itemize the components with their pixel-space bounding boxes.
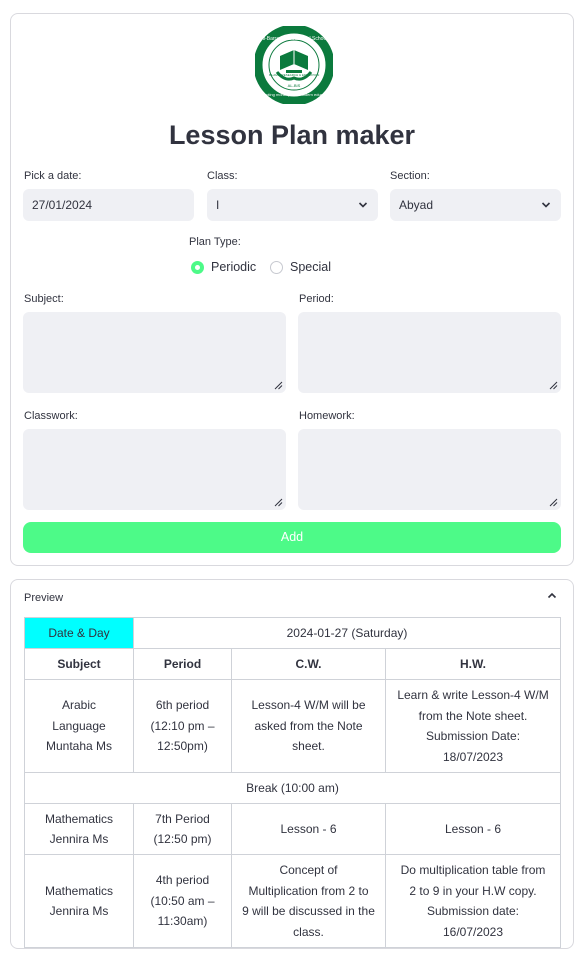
lesson-plan-form: Al-Barraq International School Promoting… bbox=[10, 13, 574, 566]
resize-grip-icon[interactable] bbox=[274, 381, 283, 390]
table-row: Mathematics Jennira Ms 7th Period (12:50 p… bbox=[24, 803, 562, 855]
column-header-period: Period bbox=[133, 648, 232, 680]
class-value: I bbox=[216, 198, 220, 212]
class-select[interactable]: I bbox=[207, 189, 378, 221]
section-select[interactable]: Abyad bbox=[390, 189, 561, 221]
cw-cell: Concept of Multiplication from 2 to 9 will… bbox=[231, 854, 386, 948]
chevron-down-icon bbox=[358, 202, 368, 208]
section-value: Abyad bbox=[399, 198, 434, 212]
radio-selected-icon bbox=[191, 260, 204, 274]
date-label: Pick a date: bbox=[24, 170, 82, 182]
chevron-up-icon[interactable] bbox=[547, 591, 557, 601]
break-row: Break (10:00 am) bbox=[23, 772, 562, 804]
plan-type-special-radio[interactable]: Special bbox=[270, 260, 331, 274]
hw-cell: Lesson - 6 bbox=[384, 803, 562, 855]
school-logo: Al-Barraq International School Promoting… bbox=[255, 26, 333, 104]
date-day-header: Date & Day bbox=[24, 617, 134, 649]
plan-type-label: Plan Type: bbox=[189, 236, 241, 248]
subject-textarea[interactable] bbox=[23, 312, 286, 393]
subject-label: Subject: bbox=[24, 293, 64, 305]
column-header-subject: Subject bbox=[24, 648, 134, 680]
plan-type-periodic-label: Periodic bbox=[211, 260, 257, 274]
logo-center-text: ISLAMIC RESEARCH & EDUCATION bbox=[269, 73, 320, 77]
column-header-hw: H.W. bbox=[384, 648, 562, 680]
logo-est-text: AL-BIS bbox=[288, 83, 301, 88]
homework-label: Homework: bbox=[299, 410, 355, 422]
preview-expander: Preview Date & Day 2024-01-27 (Saturday)… bbox=[10, 579, 574, 949]
logo-arc-top-text: Al-Barraq International School bbox=[261, 36, 328, 42]
subject-cell: Mathematics Jennira Ms bbox=[24, 803, 134, 855]
period-cell: 6th period (12:10 pm –12:50pm) bbox=[133, 679, 232, 773]
radio-unselected-icon bbox=[270, 260, 283, 274]
date-value: 27/01/2024 bbox=[32, 198, 93, 212]
break-cell: Break (10:00 am) bbox=[23, 772, 562, 804]
column-header-cw: C.W. bbox=[231, 648, 386, 680]
section-label: Section: bbox=[390, 170, 430, 182]
table-row: Arabic Language Muntaha Ms 6th period (12:1… bbox=[24, 679, 562, 773]
chevron-down-icon bbox=[541, 202, 551, 208]
cw-cell: Lesson - 6 bbox=[231, 803, 386, 855]
lesson-plan-table: Date & Day 2024-01-27 (Saturday) Subject… bbox=[23, 617, 562, 948]
resize-grip-icon[interactable] bbox=[274, 498, 283, 507]
subject-cell: Arabic Language Muntaha Ms bbox=[24, 679, 134, 773]
column-header-row: Subject Period C.W. H.W. bbox=[24, 648, 562, 680]
class-label: Class: bbox=[207, 170, 238, 182]
hw-cell: Learn & write Lesson-4 W/M from the Note … bbox=[384, 679, 562, 773]
date-input[interactable]: 27/01/2024 bbox=[23, 189, 194, 221]
add-button[interactable]: Add bbox=[23, 522, 561, 553]
plan-type-special-label: Special bbox=[290, 260, 331, 274]
table-row: Mathematics Jennira Ms 4th period (10:50 a… bbox=[24, 854, 562, 948]
plan-type-periodic-radio[interactable]: Periodic bbox=[191, 260, 256, 274]
classwork-textarea[interactable] bbox=[23, 429, 286, 510]
period-textarea[interactable] bbox=[298, 312, 561, 393]
classwork-label: Classwork: bbox=[24, 410, 78, 422]
logo-arc-bottom-text: Promoting morality with modern education bbox=[257, 92, 332, 97]
hw-cell: Do multiplication table from 2 to 9 in yo… bbox=[384, 854, 562, 948]
period-cell: 7th Period (12:50 pm) bbox=[133, 803, 232, 855]
date-row: Date & Day 2024-01-27 (Saturday) bbox=[24, 617, 562, 649]
resize-grip-icon[interactable] bbox=[549, 498, 558, 507]
preview-label[interactable]: Preview bbox=[24, 592, 63, 604]
cw-cell: Lesson-4 W/M will be asked from the Note s… bbox=[231, 679, 386, 773]
subject-cell: Mathematics Jennira Ms bbox=[24, 854, 134, 948]
period-label: Period: bbox=[299, 293, 334, 305]
period-cell: 4th period (10:50 am –11:30am) bbox=[133, 854, 232, 948]
date-day-value: 2024-01-27 (Saturday) bbox=[132, 617, 562, 649]
homework-textarea[interactable] bbox=[298, 429, 561, 510]
page-title: Lesson Plan maker bbox=[168, 120, 416, 150]
resize-grip-icon[interactable] bbox=[549, 381, 558, 390]
